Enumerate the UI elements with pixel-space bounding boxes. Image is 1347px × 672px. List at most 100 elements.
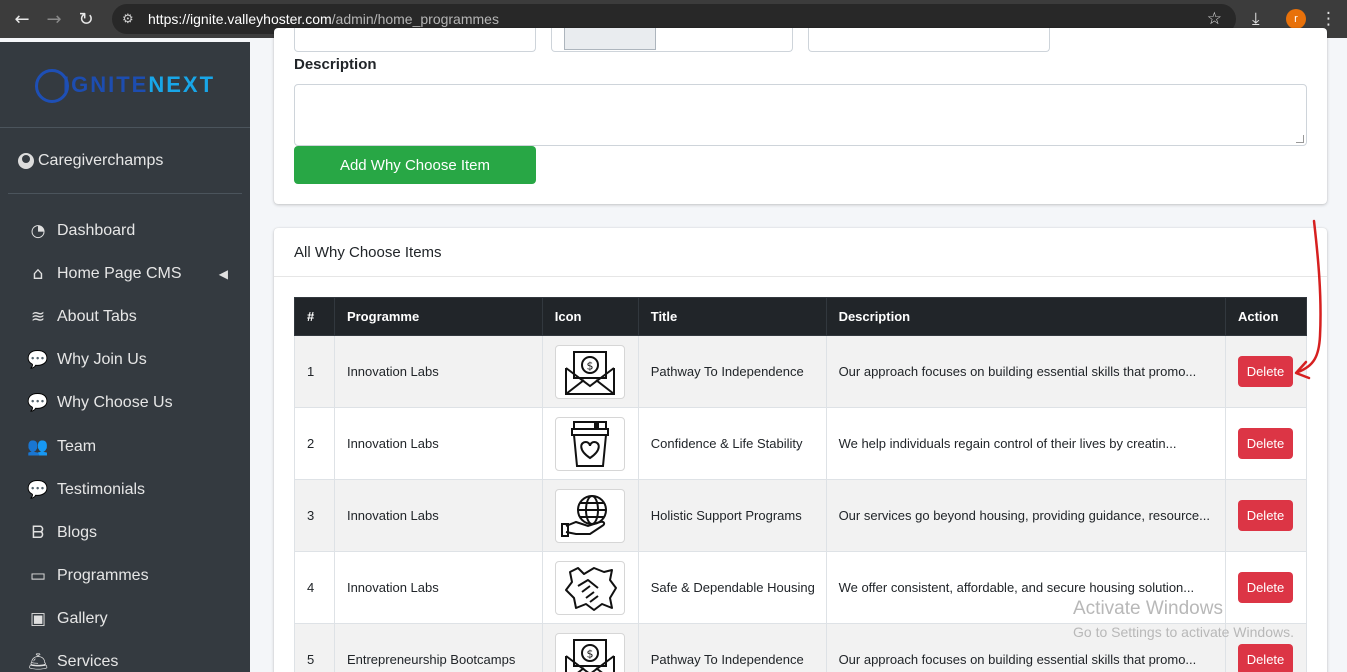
row-icon-cell (541, 407, 639, 480)
sidebar-menu: ◔ Dashboard ⌂ Home Page CMS ◀ ≋ About Tabs 💬… (0, 209, 250, 672)
sidebar-item-why-choose-us[interactable]: 💬 Why Choose Us (0, 382, 250, 425)
kebab-menu-icon[interactable]: ⋮ (1320, 9, 1337, 29)
reload-icon[interactable]: ↻ (70, 3, 102, 35)
user-panel[interactable]: Caregiverchamps (8, 128, 242, 194)
row-programme: Innovation Labs (333, 551, 543, 624)
row-title: Pathway To Independence (637, 335, 827, 408)
brand-globe-icon (34, 68, 69, 103)
brand-ignite: IGNITE (62, 71, 149, 97)
row-icon-cell (541, 551, 639, 624)
site-info-icon[interactable]: ⚙ (122, 12, 140, 27)
column-header-title: Title (637, 297, 827, 336)
home-icon: ⌂ (32, 263, 44, 284)
blog-icon: ᗷ (31, 522, 45, 543)
sidebar-item-label: About Tabs (57, 307, 137, 325)
layers-icon: ≋ (30, 306, 46, 327)
url-path: /admin/home_programmes (331, 11, 499, 27)
sidebar-item-label: Why Choose Us (57, 394, 173, 412)
row-number: 4 (294, 551, 335, 624)
sidebar-item-dashboard[interactable]: ◔ Dashboard (0, 209, 250, 252)
row-programme: Innovation Labs (333, 335, 543, 408)
row-description: We help individuals regain control of th… (825, 407, 1226, 480)
description-label: Description (294, 56, 377, 73)
concierge-bell-icon: 🛎 (27, 652, 49, 672)
svg-text:$: $ (586, 359, 593, 372)
globe-hand-icon (554, 488, 625, 543)
sidebar-item-label: Team (57, 437, 97, 455)
row-action-cell: Delete (1224, 479, 1308, 552)
resize-handle-icon[interactable] (1296, 135, 1304, 143)
comments-icon: 💬 (27, 350, 49, 371)
row-programme: Entrepreneurship Bootcamps (333, 623, 543, 672)
row-title: Safe & Dependable Housing (637, 551, 827, 624)
description-textarea[interactable] (294, 84, 1307, 146)
title-field[interactable] (808, 28, 1050, 52)
row-number: 5 (294, 623, 335, 672)
row-number: 1 (294, 335, 335, 408)
table-row: 3 Innovation Labs Holistic Support Progr… (294, 479, 1308, 552)
sidebar-item-label: Dashboard (57, 221, 136, 239)
comments-icon: 💬 (27, 479, 49, 500)
table-row: 2 Innovation Labs Confidence & Life Stab… (294, 407, 1308, 480)
watermark-title: Activate Windows (1073, 598, 1223, 619)
row-action-cell: Delete (1224, 407, 1308, 480)
back-arrow-icon[interactable]: ← (6, 3, 38, 35)
profile-avatar[interactable]: r (1286, 9, 1306, 29)
sidebar-item-blogs[interactable]: ᗷ Blogs (0, 511, 250, 554)
sidebar-item-label: Programmes (57, 567, 149, 585)
sidebar-item-about-tabs[interactable]: ≋ About Tabs (0, 295, 250, 338)
column-header-programme: Programme (333, 297, 543, 336)
delete-button[interactable]: Delete (1237, 356, 1293, 387)
row-title: Holistic Support Programs (637, 479, 827, 552)
gauge-icon: ◔ (30, 220, 46, 241)
handshake-icon (554, 560, 625, 615)
row-description: Our services go beyond housing, providin… (825, 479, 1226, 552)
table-row: 1 Innovation Labs $ Pathway To Independe… (294, 335, 1308, 408)
brand[interactable]: IGNITENEXT (0, 42, 250, 128)
chevron-left-icon: ◀ (218, 266, 228, 281)
sidebar: IGNITENEXT Caregiverchamps ◔ Dashboard ⌂ H… (0, 42, 250, 672)
delete-button[interactable]: Delete (1237, 428, 1293, 459)
heart-jar-icon (554, 416, 625, 471)
forward-arrow-icon[interactable]: → (38, 3, 70, 35)
bookmark-star-icon[interactable]: ☆ (1207, 9, 1222, 29)
sidebar-item-label: Why Join Us (57, 351, 147, 369)
sidebar-item-why-join-us[interactable]: 💬 Why Join Us (0, 339, 250, 382)
row-number: 3 (294, 479, 335, 552)
annotation-arrow-icon (1294, 219, 1322, 380)
sidebar-item-label: Blogs (57, 523, 98, 541)
sidebar-item-services[interactable]: 🛎 Services (0, 641, 250, 672)
row-title: Confidence & Life Stability (637, 407, 827, 480)
row-programme: Innovation Labs (333, 479, 543, 552)
row-description: Our approach focuses on building essenti… (825, 335, 1226, 408)
icon-file-field[interactable] (551, 28, 793, 52)
delete-button[interactable]: Delete (1237, 644, 1293, 672)
svg-text:$: $ (586, 647, 593, 660)
add-why-choose-item-button[interactable]: Add Why Choose Item (294, 146, 536, 184)
add-item-card: Description Add Why Choose Item (274, 28, 1327, 204)
sidebar-item-team[interactable]: 👥 Team (0, 425, 250, 468)
sidebar-item-home-page-cms[interactable]: ⌂ Home Page CMS ◀ (0, 252, 250, 295)
table-header-row: # Programme Icon Title Description Actio… (294, 297, 1308, 336)
sidebar-item-gallery[interactable]: ▣ Gallery (0, 598, 250, 641)
url-text[interactable]: https://ignite.valleyhoster.com/admin/ho… (148, 11, 499, 27)
programme-field[interactable] (294, 28, 536, 52)
row-icon-cell: $ (541, 623, 639, 672)
row-title: Pathway To Independence (637, 623, 827, 672)
watermark-subtitle: Go to Settings to activate Windows. (1073, 624, 1294, 640)
row-icon-cell: $ (541, 335, 639, 408)
brand-logo: IGNITENEXT (34, 68, 215, 103)
sidebar-item-label: Testimonials (57, 480, 146, 498)
url-host: https://ignite.valleyhoster.com (148, 11, 332, 27)
users-icon: 👥 (27, 436, 49, 457)
delete-button[interactable]: Delete (1237, 500, 1293, 531)
sidebar-item-label: Home Page CMS (57, 264, 182, 282)
download-icon[interactable]: ⤓ (1252, 9, 1276, 29)
windows-activation-watermark: Activate Windows Go to Settings to activ… (1073, 598, 1294, 640)
sidebar-item-programmes[interactable]: ▭ Programmes (0, 555, 250, 598)
choose-file-button[interactable] (564, 28, 656, 50)
column-header-icon: Icon (541, 297, 639, 336)
row-programme: Innovation Labs (333, 407, 543, 480)
chalkboard-icon: ▭ (29, 566, 47, 587)
sidebar-item-testimonials[interactable]: 💬 Testimonials (0, 468, 250, 511)
